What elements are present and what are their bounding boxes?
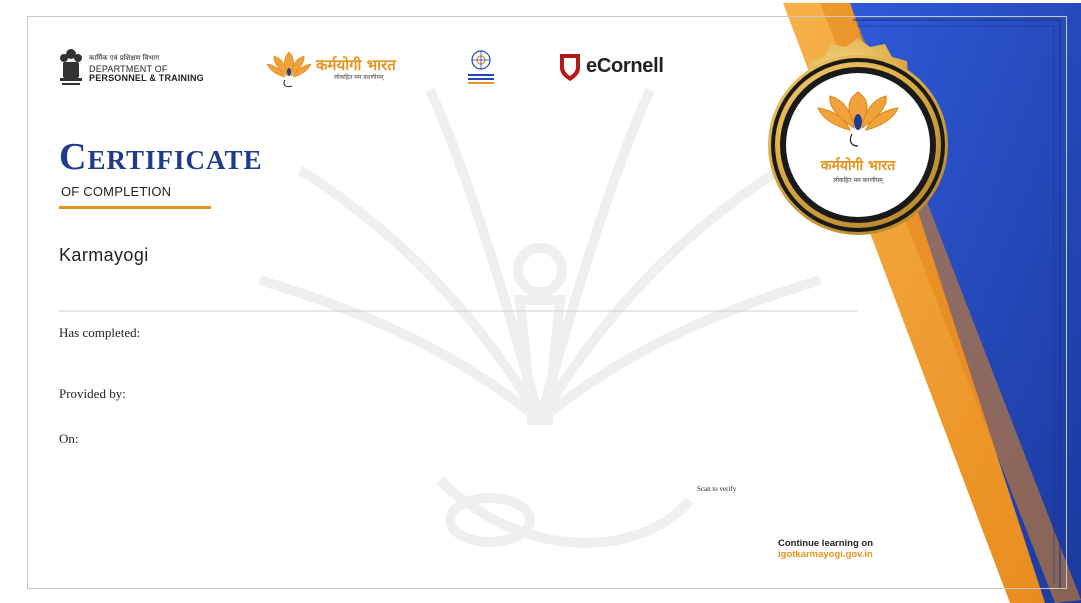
scan-to-verify-label: Scan to verify: [697, 485, 737, 493]
certificate-frame: [27, 16, 1067, 589]
igot-url-link[interactable]: igotkarmayogi.gov.in: [778, 549, 873, 560]
dopt-hindi: कार्मिक एवं प्रशिक्षण विभाग: [89, 54, 160, 62]
ecornell-logo-text: eCornell: [586, 55, 664, 77]
karmayogi-logo-text: कर्मयोगी भारत: [316, 56, 396, 74]
seal-hindi-text: कर्मयोगी भारत: [820, 158, 896, 174]
continue-learning-text: Continue learning on: [778, 538, 873, 549]
dopt-line-personnel: PERSONNEL & TRAINING: [89, 73, 204, 83]
provided-by-label: Provided by:: [59, 386, 126, 401]
seal-tagline: लोकहित मम करणीयम्: [833, 177, 883, 184]
on-date-label: On:: [59, 431, 79, 446]
certificate-subtitle: OF COMPLETION: [61, 184, 172, 199]
has-completed-label: Has completed:: [59, 325, 141, 340]
recipient-name: Karmayogi: [59, 245, 149, 265]
certificate-title: Certificate: [59, 136, 263, 178]
karmayogi-logo-tagline: लोकहित मम करणीयम्: [334, 74, 384, 81]
